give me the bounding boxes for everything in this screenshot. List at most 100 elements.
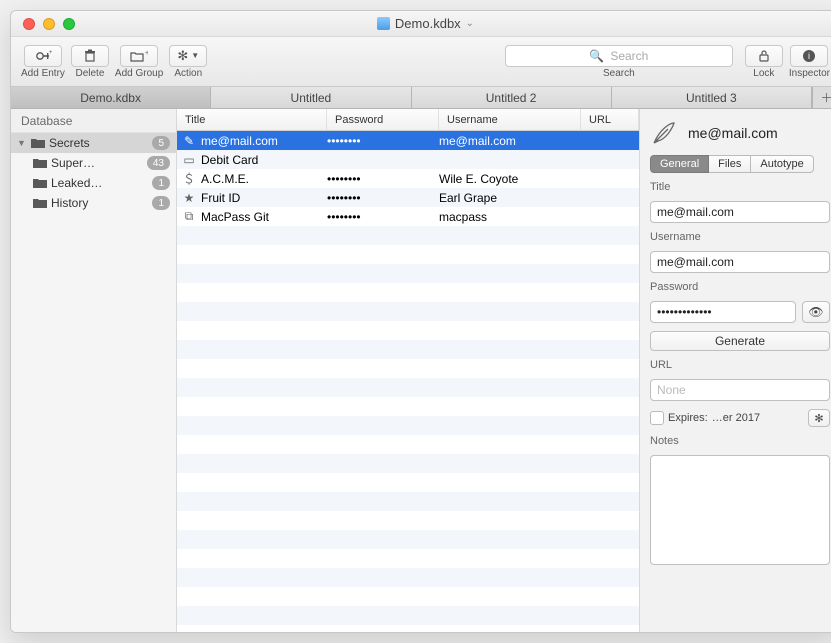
- search-icon: 🔍: [589, 49, 604, 63]
- svg-text:i: i: [808, 51, 810, 61]
- inspector-tabs: General Files Autotype: [650, 155, 830, 173]
- title-field[interactable]: [650, 201, 830, 223]
- add-tab-button[interactable]: ＋: [812, 87, 831, 108]
- entry-password: ••••••••: [327, 172, 439, 186]
- folder-icon: [31, 137, 45, 149]
- add-entry-button[interactable]: +: [24, 45, 62, 67]
- expires-label: Expires:: [668, 412, 708, 424]
- table-row: [177, 492, 639, 511]
- entry-list: Title Password Username URL ✎me@mail.com…: [177, 109, 640, 632]
- entry-icon: ＄: [177, 170, 201, 187]
- table-row: [177, 416, 639, 435]
- add-group-label: Add Group: [115, 68, 163, 79]
- expires-value: …er 2017: [712, 412, 804, 424]
- table-row: [177, 568, 639, 587]
- inspector-tab-files[interactable]: Files: [709, 155, 751, 173]
- table-row: [177, 606, 639, 625]
- table-row[interactable]: ＄A.C.M.E.••••••••Wile E. Coyote: [177, 169, 639, 188]
- entry-username: Earl Grape: [439, 191, 581, 205]
- sidebar-item-label: Secrets: [49, 136, 148, 150]
- entry-title: Debit Card: [201, 153, 327, 167]
- inspector-tab-general[interactable]: General: [650, 155, 709, 173]
- url-field[interactable]: [650, 379, 830, 401]
- title-label: Title: [650, 181, 830, 193]
- sidebar-item-label: Super…: [51, 156, 143, 170]
- table-row[interactable]: ✎me@mail.com••••••••me@mail.com: [177, 131, 639, 150]
- notes-field[interactable]: [650, 455, 830, 565]
- folder-icon: [33, 177, 47, 189]
- expires-checkbox[interactable]: [650, 411, 664, 425]
- table-row: [177, 397, 639, 416]
- gear-icon: ✻: [814, 412, 823, 425]
- column-title[interactable]: Title: [177, 109, 327, 130]
- add-group-button[interactable]: +: [120, 45, 158, 67]
- table-row: [177, 454, 639, 473]
- inspector-tab-autotype[interactable]: Autotype: [751, 155, 813, 173]
- generate-button[interactable]: Generate: [650, 331, 830, 351]
- tab-untitled-2[interactable]: Untitled 2: [412, 87, 612, 108]
- count-badge: 43: [147, 156, 170, 170]
- expires-options-button[interactable]: ✻: [808, 409, 830, 427]
- delete-button[interactable]: [71, 45, 109, 67]
- sidebar-item-history[interactable]: History 1: [11, 193, 176, 213]
- table-row[interactable]: ▭Debit Card: [177, 150, 639, 169]
- count-badge: 1: [152, 176, 170, 190]
- app-window: Demo.kdbx ⌄ + Add Entry Delete + Add Gro…: [10, 10, 831, 633]
- count-badge: 5: [152, 136, 170, 150]
- document-tabs: Demo.kdbx Untitled Untitled 2 Untitled 3…: [11, 87, 831, 109]
- table-row[interactable]: ⧉MacPass Git••••••••macpass: [177, 207, 639, 226]
- table-row: [177, 473, 639, 492]
- window-minimize-button[interactable]: [43, 18, 55, 30]
- titlebar: Demo.kdbx ⌄: [11, 11, 831, 37]
- url-label: URL: [650, 359, 830, 371]
- title-chevron-icon: ⌄: [466, 18, 474, 29]
- table-row: [177, 549, 639, 568]
- lock-button[interactable]: [745, 45, 783, 67]
- eye-icon: 👁: [808, 305, 823, 319]
- entry-title: me@mail.com: [201, 134, 327, 148]
- tab-untitled-3[interactable]: Untitled 3: [612, 87, 812, 108]
- delete-label: Delete: [75, 68, 104, 79]
- search-input[interactable]: 🔍 Search: [505, 45, 733, 67]
- entry-title: Fruit ID: [201, 191, 327, 205]
- disclosure-triangle-icon[interactable]: ▼: [17, 138, 27, 148]
- sidebar-item-leaked[interactable]: Leaked… 1: [11, 173, 176, 193]
- username-field[interactable]: [650, 251, 830, 273]
- table-row: [177, 530, 639, 549]
- sidebar-item-secrets[interactable]: ▼ Secrets 5: [11, 133, 176, 153]
- table-row: [177, 359, 639, 378]
- table-row: [177, 302, 639, 321]
- table-row: [177, 264, 639, 283]
- table-row: [177, 340, 639, 359]
- entry-username: me@mail.com: [439, 134, 581, 148]
- inspector-label: Inspector: [789, 68, 830, 79]
- window-zoom-button[interactable]: [63, 18, 75, 30]
- inspector-button[interactable]: i: [790, 45, 828, 67]
- password-label: Password: [650, 281, 830, 293]
- table-row: [177, 226, 639, 245]
- action-button[interactable]: ✻ ▼: [169, 45, 207, 67]
- tab-untitled[interactable]: Untitled: [211, 87, 411, 108]
- inspector-heading: me@mail.com: [688, 125, 778, 141]
- entry-password: ••••••••: [327, 134, 439, 148]
- svg-text:+: +: [145, 50, 148, 57]
- entry-title: A.C.M.E.: [201, 172, 327, 186]
- table-row: [177, 283, 639, 302]
- table-row: [177, 245, 639, 264]
- feather-icon: [650, 119, 678, 147]
- column-username[interactable]: Username: [439, 109, 581, 130]
- column-password[interactable]: Password: [327, 109, 439, 130]
- table-row: [177, 511, 639, 530]
- gear-icon: ✻: [177, 48, 188, 64]
- entry-password: ••••••••: [327, 191, 439, 205]
- sidebar-item-super[interactable]: Super… 43: [11, 153, 176, 173]
- tab-demo[interactable]: Demo.kdbx: [11, 87, 211, 108]
- password-field[interactable]: [650, 301, 796, 323]
- folder-icon: [33, 197, 47, 209]
- entry-password: ••••••••: [327, 210, 439, 224]
- folder-icon: [33, 157, 47, 169]
- table-row[interactable]: ★Fruit ID••••••••Earl Grape: [177, 188, 639, 207]
- reveal-password-button[interactable]: 👁: [802, 301, 830, 323]
- window-close-button[interactable]: [23, 18, 35, 30]
- column-url[interactable]: URL: [581, 109, 639, 130]
